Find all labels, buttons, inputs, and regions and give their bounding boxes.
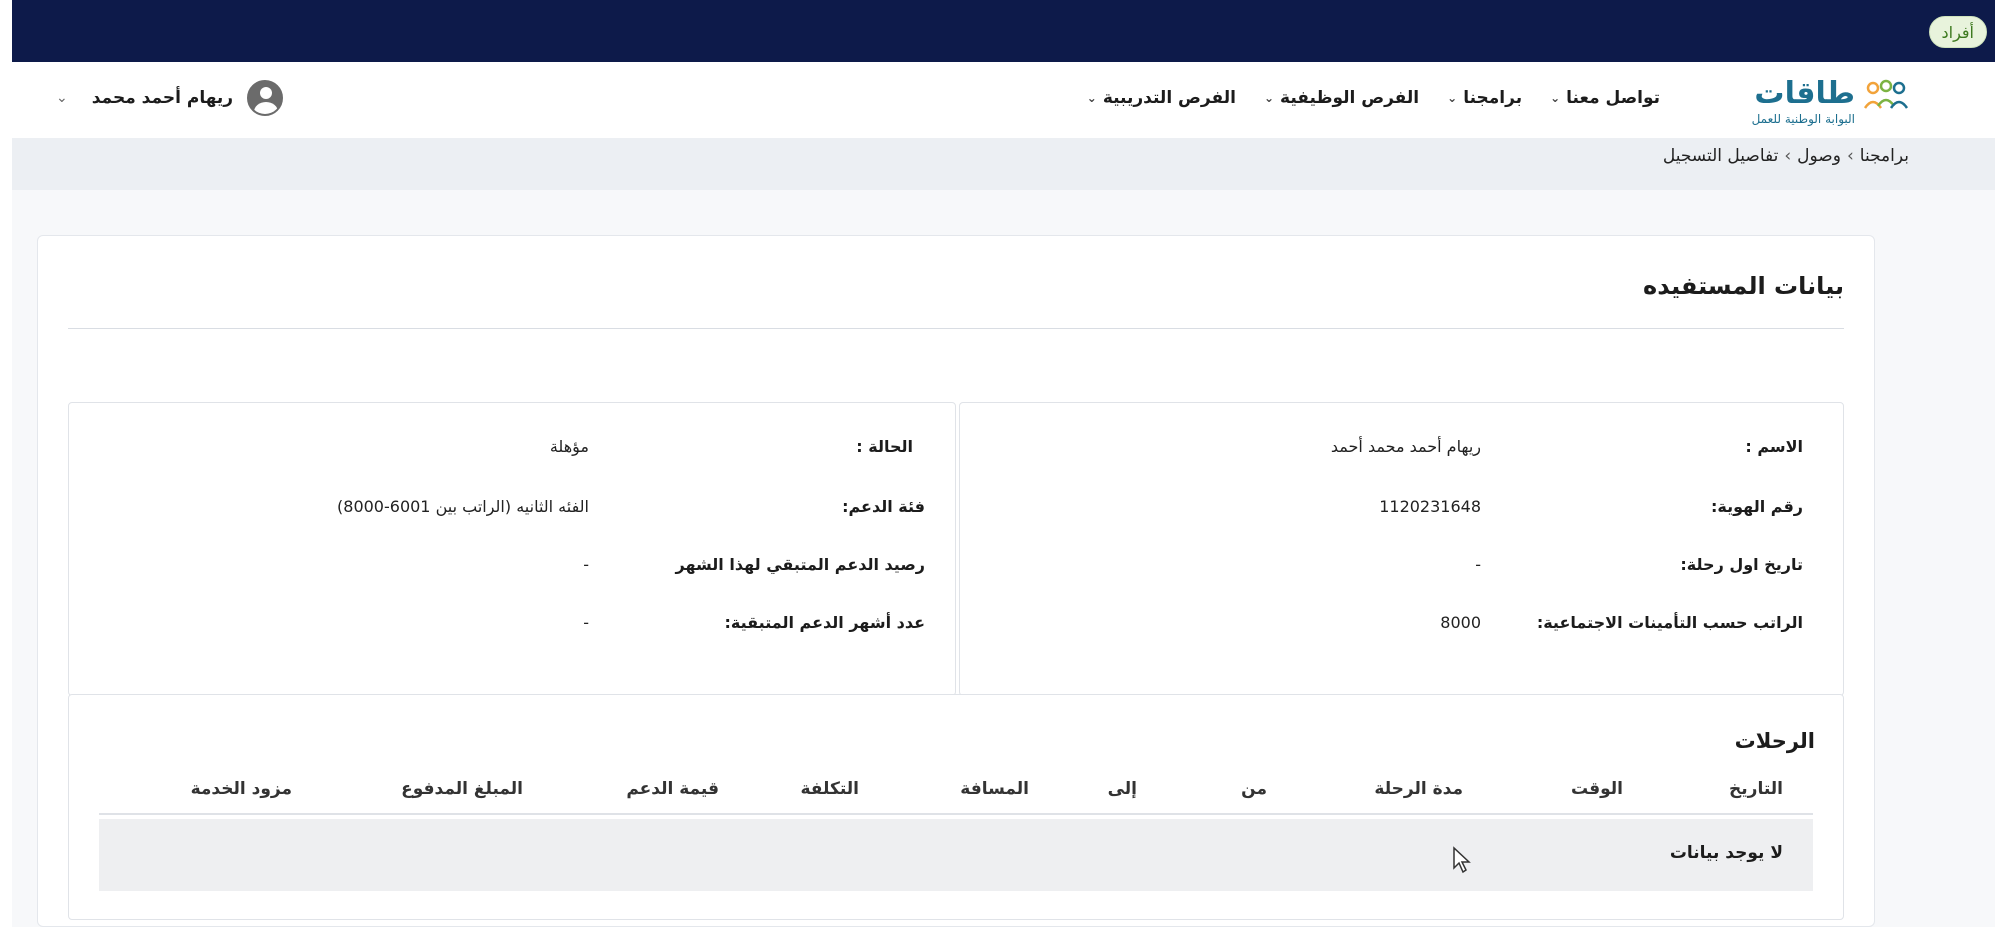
support-category-label: فئة الدعم: [842,497,925,516]
people-group-icon [1863,79,1909,109]
chevron-down-icon: ⌄ [1550,91,1561,105]
beneficiary-info-panel: الاسم : ريهام أحمد محمد أحمد رقم الهوية:… [959,402,1844,696]
user-name[interactable]: ريهام أحمد محمد [92,88,233,108]
chevron-down-icon: ⌄ [1447,91,1458,105]
trips-panel: الرحلات التاريخ الوقت مدة الرحلة من إلى … [68,694,1844,920]
salary-label: الراتب حسب التأمينات الاجتماعية: [1536,613,1803,632]
page-title: بيانات المستفيده [1643,272,1844,300]
nav-label: برامجنا [1463,88,1523,108]
breadcrumb: برامجنا › وصول › تفاصيل التسجيل [1663,146,1909,166]
column-time: الوقت [1571,779,1623,799]
support-info-panel: الحالة : مؤهلة فئة الدعم: الفئه الثانيه … [68,402,956,696]
column-cost: التكلفة [800,779,859,799]
nav-training-opportunities[interactable]: الفرص التدريبية ⌄ [1087,88,1236,108]
id-label: رقم الهوية: [1711,497,1803,516]
chevron-down-icon[interactable]: ⌄ [56,90,68,106]
column-service-provider: مزود الخدمة [190,779,292,799]
trips-table-header: التاريخ الوقت مدة الرحلة من إلى المسافة … [99,771,1813,815]
nav-contact-us[interactable]: تواصل معنا ⌄ [1550,88,1660,108]
status-value: مؤهلة [549,437,589,456]
main-nav: تواصل معنا ⌄ برامجنا ⌄ الفرص الوظيفية ⌄ … [1087,88,1660,108]
status-label: الحالة : [856,437,913,456]
name-label: الاسم : [1745,437,1803,456]
id-value: 1120231648 [1379,497,1481,516]
user-menu[interactable]: ⌄ ريهام أحمد محمد [56,80,284,116]
chevron-down-icon: ⌄ [1263,91,1275,105]
column-support-value: قيمة الدعم [626,779,719,799]
breadcrumb-separator: › [1846,146,1854,166]
breadcrumb-registration-details: تفاصيل التسجيل [1662,146,1779,166]
breadcrumb-wusool[interactable]: وصول [1797,146,1841,166]
column-amount-paid: المبلغ المدفوع [401,779,523,799]
column-distance: المسافة [960,779,1029,799]
column-date: التاريخ [1729,779,1783,799]
beneficiary-card: بيانات المستفيده الاسم : ريهام أحمد محمد… [37,235,1875,927]
remaining-balance-value: - [583,555,589,574]
breadcrumb-bar: برامجنا › وصول › تفاصيل التسجيل [12,138,1995,190]
trips-title: الرحلات [1734,729,1815,753]
no-data-message: لا يوجد بيانات [1669,843,1783,863]
nav-our-programs[interactable]: برامجنا ⌄ [1447,88,1522,108]
column-from: من [1241,779,1267,799]
divider [68,328,1844,329]
support-category-value: الفئه الثانيه (الراتب بين 6001-8000) [337,497,589,516]
first-trip-value: - [1475,555,1481,574]
breadcrumb-programs[interactable]: برامجنا [1860,146,1909,166]
user-avatar-icon[interactable] [247,80,284,116]
nav-label: تواصل معنا [1566,88,1660,108]
column-to: إلى [1107,779,1137,799]
nav-job-opportunities[interactable]: الفرص الوظيفية ⌄ [1264,88,1419,108]
individuals-badge[interactable]: أفراد [1928,16,1987,48]
navbar: طاقات البوابة الوطنية للعمل تواصل معنا ⌄… [12,62,1995,138]
brand-name: طاقات [1754,76,1855,111]
top-bar: أفراد [12,0,1995,62]
first-trip-label: تاريخ اول رحلة: [1680,555,1803,574]
remaining-months-value: - [583,613,589,632]
chevron-down-icon: ⌄ [1086,91,1097,105]
column-trip-duration: مدة الرحلة [1374,779,1463,799]
remaining-balance-label: رصيد الدعم المتبقي لهذا الشهر [675,555,925,574]
remaining-months-label: عدد أشهر الدعم المتبقية: [724,613,925,632]
name-value: ريهام أحمد محمد أحمد [1330,437,1481,456]
salary-value: 8000 [1440,613,1481,632]
brand-tagline: البوابة الوطنية للعمل [1751,112,1855,126]
table-row: لا يوجد بيانات [99,819,1813,891]
nav-label: الفرص التدريبية [1102,88,1236,108]
mouse-pointer-icon [1453,846,1471,874]
nav-label: الفرص الوظيفية [1280,88,1420,108]
brand-logo[interactable]: طاقات البوابة الوطنية للعمل [1721,78,1911,128]
breadcrumb-separator: › [1784,146,1792,166]
